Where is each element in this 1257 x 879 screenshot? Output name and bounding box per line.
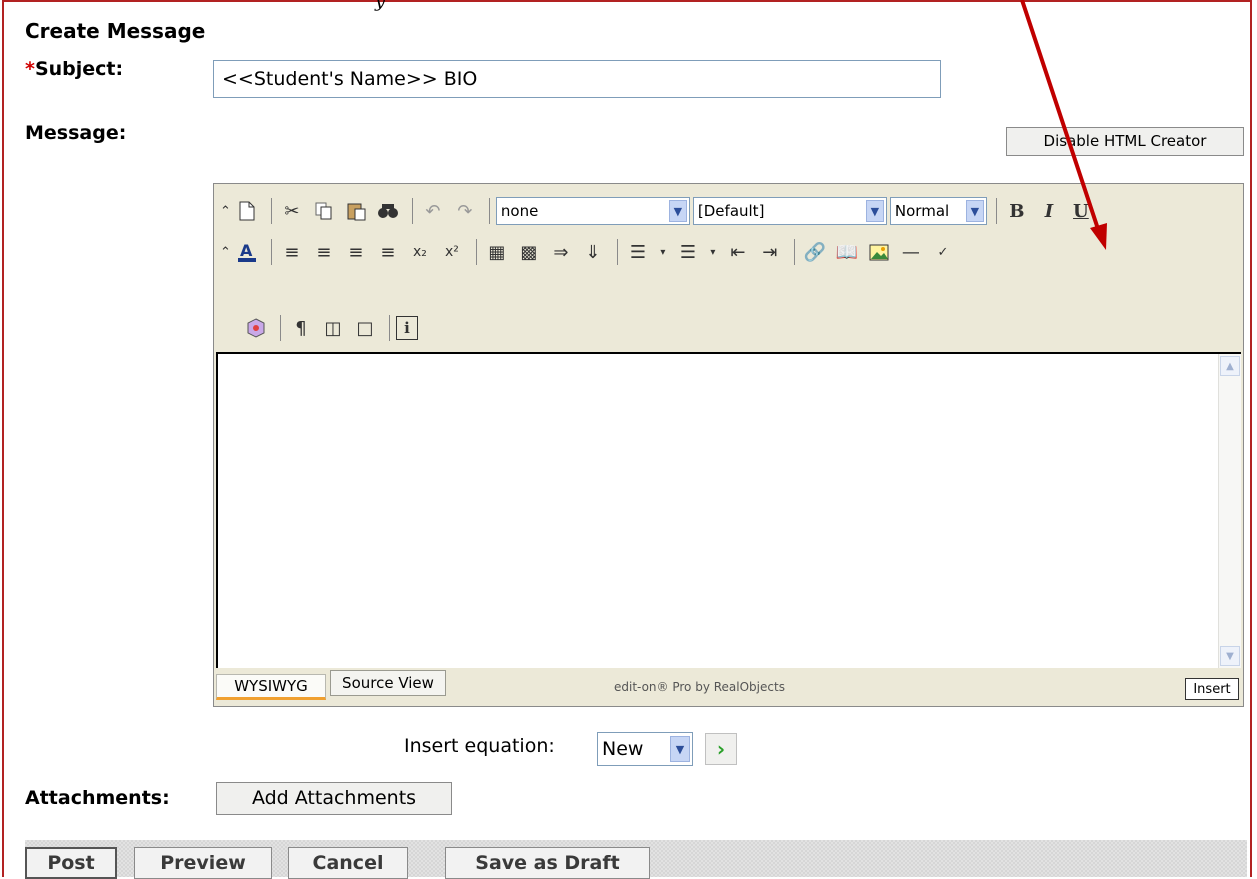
spell-check-icon[interactable]: ✓ [929,237,957,267]
new-document-icon[interactable] [233,196,261,226]
toolbar-separator [270,198,272,224]
outdent-icon[interactable]: ⇤ [724,237,752,267]
toolbar-separator [488,198,490,224]
table-properties-icon[interactable]: ▩ [515,237,543,267]
horizontal-rule-icon[interactable]: — [897,237,925,267]
editor-footer: WYSIWYG Source View edit-on® Pro by Real… [214,670,1243,706]
bullet-list-icon[interactable]: ☰ [624,237,652,267]
disable-html-creator-button[interactable]: Disable HTML Creator [1006,127,1244,156]
numbered-list-icon[interactable]: ☰ [674,237,702,267]
style-select[interactable]: none ▼ [495,197,690,225]
fullscreen-icon[interactable]: □ [351,313,379,343]
insert-image-icon[interactable] [865,237,893,267]
superscript-icon[interactable]: x² [438,237,466,267]
structure-view-icon[interactable]: ◫ [319,313,347,343]
plugin-cube-icon[interactable] [242,313,270,343]
editor-content-area[interactable]: ▲ ▼ [216,352,1241,668]
font-color-icon[interactable]: A [233,237,261,267]
insert-mode-indicator: Insert [1185,678,1239,700]
align-justify-icon[interactable]: ≡ [374,237,402,267]
equation-select-value: New [602,738,644,760]
insert-column-icon[interactable]: ⇒ [547,237,575,267]
toolbar-row-1: ⌃ ✂ ↶ ↷ none ▼ [Default] ▼ Normal ▼ B I … [214,191,1099,231]
toolbar-separator [389,315,390,341]
insert-equation-go-button[interactable]: › [705,733,737,765]
bold-button[interactable]: B [1003,196,1031,226]
chevron-down-icon[interactable]: ▼ [668,200,687,222]
chevron-down-icon[interactable]: ▾ [656,237,670,267]
undo-icon[interactable]: ↶ [419,196,447,226]
cancel-button[interactable]: Cancel [288,847,408,879]
align-right-icon[interactable]: ≡ [342,237,370,267]
chevron-down-icon[interactable]: ▾ [706,237,720,267]
page-title: Create Message [25,19,206,43]
attachments-label: Attachments: [25,787,170,809]
paste-icon[interactable] [342,196,370,226]
header-fragment: y [375,0,386,12]
chevron-down-icon[interactable]: ▼ [670,736,690,762]
toolbar-separator [995,198,997,224]
toolbar-separator [475,239,477,265]
post-button[interactable]: Post [25,847,117,879]
chevron-down-icon[interactable]: ▼ [965,200,984,222]
collapse-toolbar-icon[interactable]: ⌃ [220,204,231,219]
style-select-value: none [500,202,539,220]
font-select-value: [Default] [697,202,765,220]
toolbar-separator [793,239,795,265]
cut-icon[interactable]: ✂ [278,196,306,226]
collapse-toolbar-icon[interactable]: ⌃ [220,245,231,260]
scroll-up-icon[interactable]: ▲ [1220,356,1240,376]
html-editor: ⌃ ✂ ↶ ↷ none ▼ [Default] ▼ Normal ▼ B I … [213,183,1244,707]
arrow-right-icon: › [716,737,726,761]
find-icon[interactable] [374,196,402,226]
info-icon[interactable]: i [396,316,418,340]
size-select[interactable]: Normal ▼ [889,197,987,225]
save-as-draft-button[interactable]: Save as Draft [445,847,650,879]
editor-brand: edit-on® Pro by RealObjects [614,680,785,694]
toolbar-separator [270,239,272,265]
tab-source-view[interactable]: Source View [330,670,446,696]
copy-icon[interactable] [310,196,338,226]
editor-scrollbar[interactable]: ▲ ▼ [1218,354,1241,668]
paragraph-marks-icon[interactable]: ¶ [287,313,315,343]
equation-select[interactable]: New ▼ [597,732,693,766]
indent-icon[interactable]: ⇥ [756,237,784,267]
align-center-icon[interactable]: ≡ [310,237,338,267]
toolbar-separator [411,198,413,224]
align-left-icon[interactable]: ≡ [278,237,306,267]
message-label: Message: [25,122,127,144]
required-marker: * [25,58,35,80]
subject-input[interactable] [213,60,941,98]
subscript-icon[interactable]: x₂ [406,237,434,267]
font-select[interactable]: [Default] ▼ [692,197,887,225]
chevron-down-icon[interactable]: ▼ [865,200,884,222]
subject-label-text: Subject: [34,58,124,80]
toolbar-separator [616,239,618,265]
toolbar-row-2: ⌃ A ≡ ≡ ≡ ≡ x₂ x² ▦ ▩ ⇒ ⇓ ☰ ▾ ☰ ▾ ⇤ ⇥ 🔗 … [214,232,961,272]
bookmark-icon[interactable]: 📖 [833,237,861,267]
toolbar-separator [280,315,281,341]
scroll-down-icon[interactable]: ▼ [1220,646,1240,666]
tab-wysiwyg[interactable]: WYSIWYG [216,674,326,700]
redo-icon[interactable]: ↷ [451,196,479,226]
toolbar-row-3: ¶ ◫ □ i [242,308,422,348]
insert-row-icon[interactable]: ⇓ [579,237,607,267]
subject-label: *Subject: [25,58,123,80]
svg-text:A: A [240,241,253,260]
underline-button[interactable]: U [1067,196,1095,226]
preview-button[interactable]: Preview [134,847,272,879]
size-select-value: Normal [894,202,950,220]
add-attachments-button[interactable]: Add Attachments [216,782,452,815]
hyperlink-icon[interactable]: 🔗 [801,237,829,267]
insert-equation-label: Insert equation: [404,735,555,757]
italic-button[interactable]: I [1035,196,1063,226]
insert-table-icon[interactable]: ▦ [483,237,511,267]
